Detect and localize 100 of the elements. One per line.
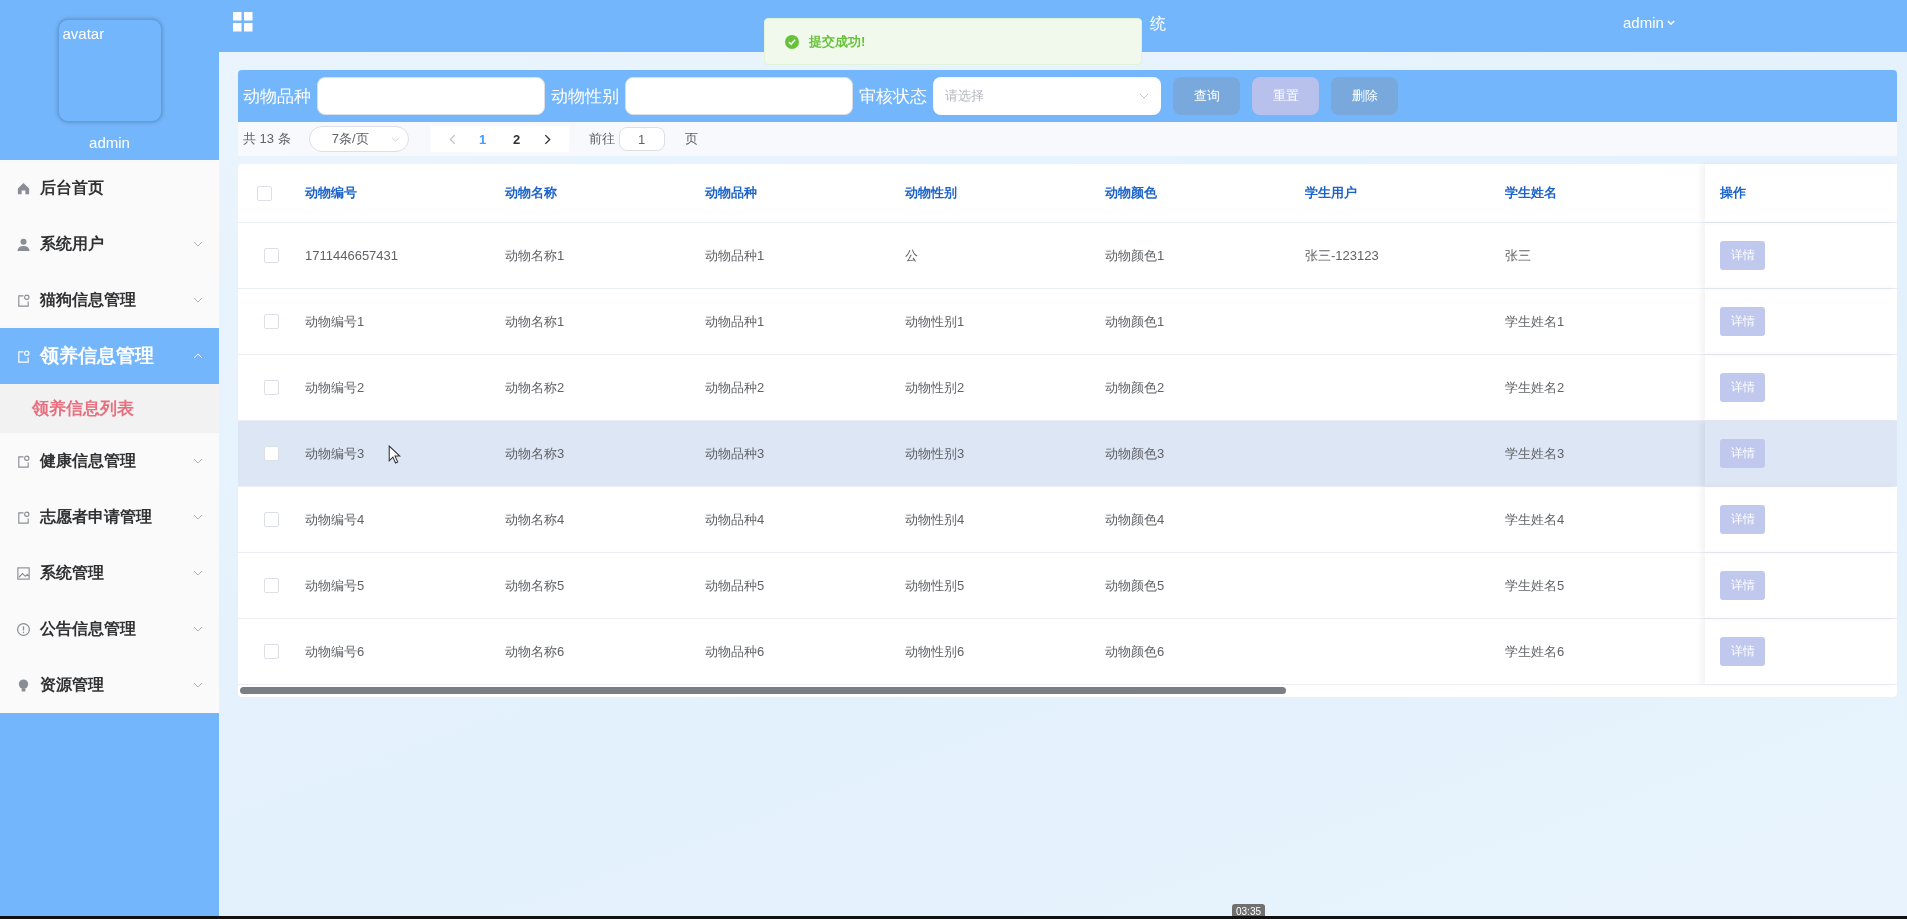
caret-icon	[1666, 20, 1675, 25]
input-field[interactable]	[625, 77, 853, 115]
caret-icon	[193, 241, 203, 247]
caret-icon	[193, 353, 203, 359]
table-cell: 学生姓名4	[1505, 511, 1565, 527]
column-header: 学生用户	[1305, 185, 1357, 200]
details-button[interactable]: 详情	[1720, 373, 1765, 402]
column-header: 动物性别	[905, 185, 957, 200]
image-icon	[16, 565, 31, 581]
row-checkbox[interactable]	[264, 578, 279, 593]
column-header: 动物颜色	[1105, 185, 1157, 200]
scrollbar-thumb[interactable]	[240, 687, 1286, 694]
details-button[interactable]: 详情	[1720, 637, 1765, 666]
row-checkbox[interactable]	[264, 380, 279, 395]
column-header: 动物编号	[305, 185, 357, 200]
filter-label: 审核状态	[859, 85, 927, 108]
info-icon	[16, 621, 31, 637]
table-cell: 动物性别1	[905, 313, 965, 329]
page-input[interactable]: 1	[618, 127, 665, 151]
document-icon	[16, 348, 31, 364]
menu-item[interactable]: 健康信息管理	[0, 433, 219, 489]
details-button[interactable]: 详情	[1720, 439, 1765, 468]
menu-item[interactable]: 猫狗信息管理	[0, 272, 219, 328]
table-cell: 动物品种2	[705, 379, 765, 395]
table-cell: 动物名称1	[505, 247, 565, 263]
table-cell: 动物品种5	[705, 577, 765, 593]
page-number[interactable]: 2	[499, 130, 534, 148]
details-button[interactable]: 详情	[1720, 307, 1765, 336]
row-checkbox[interactable]	[264, 644, 279, 659]
table-cell: 张三	[1505, 247, 1531, 263]
goto-label: 前往	[588, 130, 615, 148]
menu-item[interactable]: 系统管理	[0, 545, 219, 601]
table-cell: 动物编号6	[305, 643, 365, 659]
next-page-icon[interactable]	[543, 133, 551, 145]
table-cell: 张三-123123	[1305, 247, 1379, 263]
filter-label: 动物品种	[243, 85, 311, 108]
document-icon	[16, 292, 31, 308]
table-cell: 动物颜色1	[1105, 313, 1165, 329]
menu-item[interactable]: 后台首页	[0, 160, 219, 216]
table-cell: 动物编号1	[305, 313, 365, 329]
row-checkbox[interactable]	[264, 314, 279, 329]
table-cell: 动物颜色2	[1105, 379, 1165, 395]
user-icon	[16, 236, 31, 252]
select-field[interactable]: 请选择	[933, 77, 1161, 115]
menu-item[interactable]: 领养信息管理	[0, 328, 219, 384]
table-cell: 动物性别6	[905, 643, 965, 659]
caret-icon	[193, 682, 203, 688]
details-button[interactable]: 详情	[1720, 505, 1765, 534]
table-cell: 动物颜色6	[1105, 643, 1165, 659]
page-suffix: 页	[684, 130, 698, 148]
row-checkbox[interactable]	[264, 446, 279, 461]
filter-button[interactable]: 重置	[1252, 77, 1319, 115]
menu-item[interactable]: 系统用户	[0, 216, 219, 272]
filter-label: 动物性别	[551, 85, 619, 108]
table-cell: 动物名称3	[505, 445, 565, 461]
row-checkbox[interactable]	[264, 512, 279, 527]
document-icon	[16, 509, 31, 525]
details-button[interactable]: 详情	[1720, 241, 1765, 270]
menu-item[interactable]: 资源管理	[0, 657, 219, 713]
filter-button[interactable]: 删除	[1331, 77, 1398, 115]
table-cell: 动物编号4	[305, 511, 365, 527]
select-all-checkbox[interactable]	[257, 185, 272, 201]
video-timestamp: 03:35	[1232, 904, 1266, 916]
row-checkbox[interactable]	[264, 248, 279, 263]
table-cell: 动物性别2	[905, 379, 965, 395]
input-field[interactable]	[317, 77, 545, 115]
menu-item[interactable]: 公告信息管理	[0, 601, 219, 657]
table-cell: 学生姓名3	[1505, 445, 1565, 461]
table-cell: 动物品种3	[705, 445, 765, 461]
table-cell: 1711446657431	[305, 248, 399, 263]
table-cell: 学生姓名5	[1505, 577, 1565, 593]
page-size-select[interactable]: 7条/页	[308, 126, 409, 152]
column-header: 操作	[1720, 184, 1746, 202]
page-number[interactable]: 1	[465, 130, 500, 148]
table-cell: 动物性别3	[905, 445, 965, 461]
home-icon	[16, 180, 31, 196]
caret-icon	[193, 570, 203, 576]
menu-item[interactable]: 志愿者申请管理	[0, 489, 219, 545]
grid-menu-icon[interactable]	[233, 12, 253, 32]
table-cell: 动物名称1	[505, 313, 565, 329]
user-menu[interactable]: admin	[1623, 14, 1675, 31]
table-cell: 动物名称5	[505, 577, 565, 593]
table-cell: 学生姓名2	[1505, 379, 1565, 395]
table-cell: 动物名称6	[505, 643, 565, 659]
submenu-item[interactable]: 领养信息列表	[0, 384, 219, 433]
table-cell: 动物编号5	[305, 577, 365, 593]
table-cell: 动物品种1	[705, 247, 765, 263]
column-header: 动物名称	[505, 185, 557, 200]
table-cell: 学生姓名6	[1505, 643, 1565, 659]
details-button[interactable]: 详情	[1720, 571, 1765, 600]
table-cell: 动物名称4	[505, 511, 565, 527]
filter-button[interactable]: 查询	[1173, 77, 1240, 115]
total-count: 共 13 条	[243, 130, 291, 148]
table-cell: 动物颜色5	[1105, 577, 1165, 593]
broken-image-alt: avatar	[62, 25, 105, 42]
system-title: 统	[1150, 14, 1166, 34]
previous-page-icon[interactable]	[448, 133, 456, 145]
username: admin	[89, 134, 130, 151]
table-cell: 动物颜色3	[1105, 445, 1165, 461]
mouse-cursor-icon	[388, 445, 401, 464]
